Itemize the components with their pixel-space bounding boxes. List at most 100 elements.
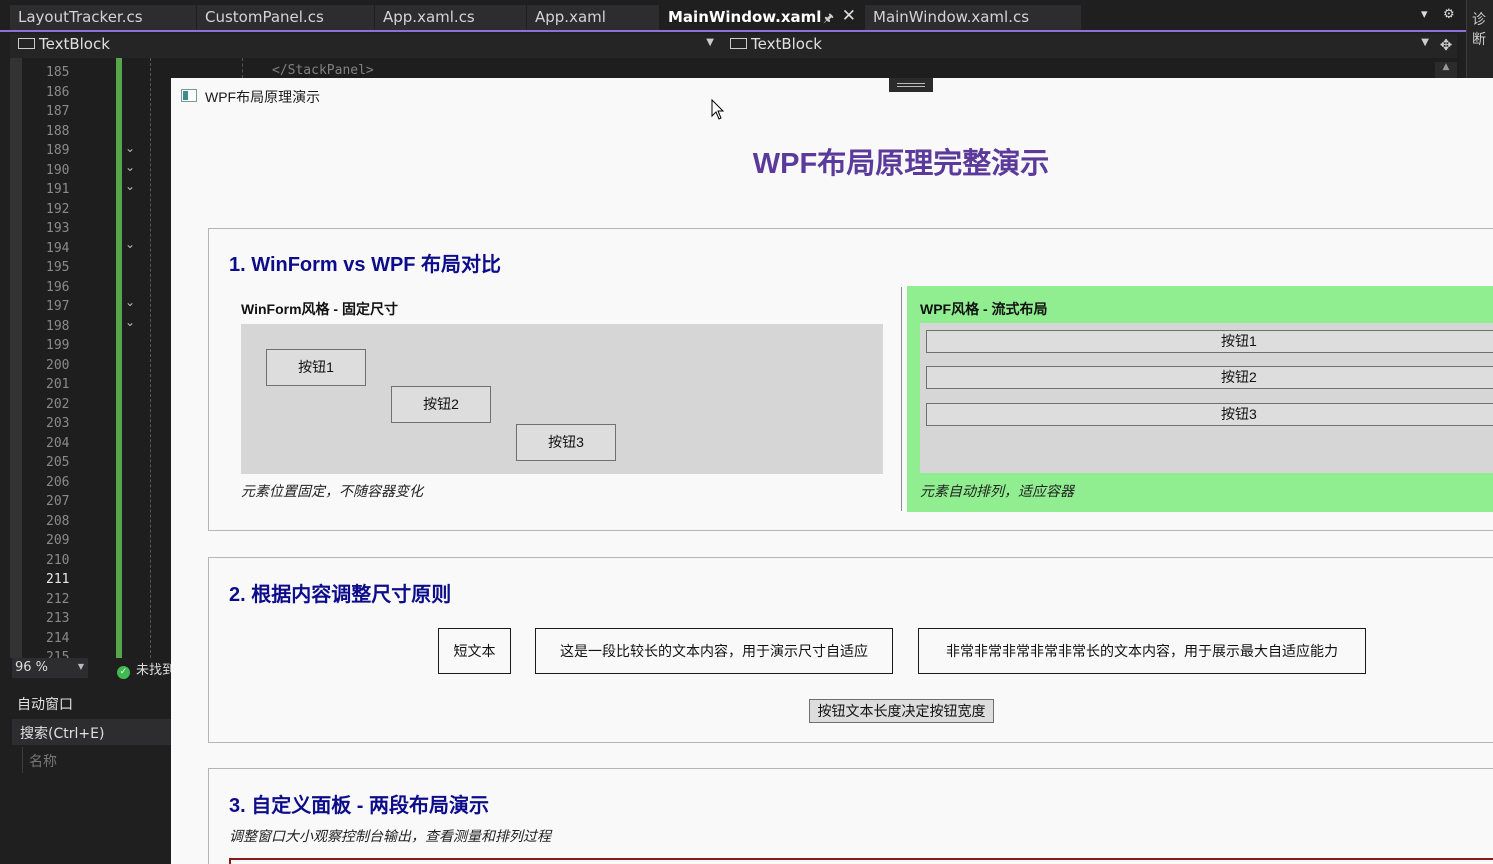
line-number: 211 bbox=[46, 572, 70, 587]
editor-margin bbox=[10, 58, 22, 658]
winform-button-1[interactable]: 按钮1 bbox=[266, 349, 366, 386]
line-number: 202 bbox=[46, 396, 70, 412]
divider bbox=[901, 287, 902, 511]
wpf-flow-panel: WPF风格 - 流式布局 按钮1 按钮2 按钮3 元素自动排列，适应容器 bbox=[907, 286, 1493, 512]
wpf-stackpanel: 按钮1 按钮2 按钮3 bbox=[920, 323, 1493, 473]
scroll-up-icon[interactable]: ▲ bbox=[1435, 62, 1457, 78]
line-number: 198 bbox=[46, 318, 70, 334]
line-number: 197 bbox=[46, 299, 70, 314]
close-icon[interactable]: ✕ bbox=[842, 6, 856, 26]
tab-app-xaml-cs[interactable]: App.xaml.cs bbox=[375, 5, 526, 30]
gear-icon[interactable]: ⚙ bbox=[1443, 7, 1455, 22]
fold-icon[interactable]: ⌄ bbox=[125, 179, 135, 193]
line-number: 207 bbox=[46, 494, 70, 509]
winform-header: WinForm风格 - 固定尺寸 bbox=[241, 301, 398, 317]
class-icon bbox=[730, 38, 747, 49]
fold-icon[interactable]: ⌄ bbox=[125, 141, 135, 155]
chevron-down-icon: ▼ bbox=[706, 37, 714, 48]
wpf-button-2[interactable]: 按钮2 bbox=[926, 366, 1493, 389]
mouse-cursor-icon bbox=[711, 99, 725, 120]
tab-dropdown-icon[interactable]: ▾ bbox=[1421, 7, 1428, 22]
drag-handle[interactable] bbox=[889, 78, 933, 92]
line-number: 191 bbox=[46, 182, 70, 197]
split-view-icon[interactable]: ✥ bbox=[1437, 36, 1455, 56]
custom-panel bbox=[229, 858, 1493, 864]
section-title: 3. 自定义面板 - 两段布局演示 bbox=[229, 795, 490, 817]
pin-icon[interactable]: 🖈 bbox=[823, 9, 834, 30]
line-number: 205 bbox=[46, 455, 70, 470]
tab-label: LayoutTracker.cs bbox=[18, 8, 143, 26]
tab-app-xaml[interactable]: App.xaml bbox=[527, 5, 659, 30]
navigation-bar: TextBlock ▼ TextBlock ▼ bbox=[10, 34, 1457, 58]
autos-window: 自动窗口 搜索(Ctrl+E) 名称 bbox=[12, 690, 171, 864]
long-text-button[interactable]: 非常非常非常非常非常长的文本内容，用于展示最大自适应能力 bbox=[918, 628, 1366, 674]
fold-icon[interactable]: ⌄ bbox=[125, 295, 135, 309]
winform-button-2[interactable]: 按钮2 bbox=[391, 386, 491, 423]
line-number: 213 bbox=[46, 611, 70, 626]
line-number: 185 bbox=[46, 65, 70, 80]
line-number: 199 bbox=[46, 338, 70, 353]
winform-note: 元素位置固定，不随容器变化 bbox=[241, 483, 423, 499]
line-number: 190 bbox=[46, 162, 70, 178]
indent-guide bbox=[150, 58, 151, 658]
auto-width-button[interactable]: 按钮文本长度决定按钮宽度 bbox=[809, 699, 994, 723]
tab-custompanel-cs[interactable]: CustomPanel.cs bbox=[197, 5, 374, 30]
check-icon: ✓ bbox=[117, 666, 130, 679]
line-number: 200 bbox=[46, 357, 70, 373]
wpf-button-3[interactable]: 按钮3 bbox=[926, 403, 1493, 426]
type-dropdown[interactable]: TextBlock ▼ bbox=[10, 35, 720, 57]
line-number: 214 bbox=[46, 630, 70, 646]
line-number: 204 bbox=[46, 435, 70, 451]
autos-window-title: 自动窗口 bbox=[17, 697, 73, 713]
line-number: 192 bbox=[46, 201, 70, 217]
line-number: 189 bbox=[46, 143, 70, 158]
section-size-to-content: 2. 根据内容调整尺寸原则 短文本 这是一段比较长的文本内容，用于演示尺寸自适应… bbox=[208, 557, 1493, 743]
tab-label: App.xaml bbox=[535, 8, 606, 26]
diagnostics-label: 诊断 bbox=[1472, 12, 1486, 48]
member-dropdown[interactable]: TextBlock ▼ bbox=[722, 35, 1435, 57]
line-number: 186 bbox=[46, 84, 70, 100]
class-icon bbox=[18, 38, 35, 49]
column-header-name[interactable]: 名称 bbox=[22, 747, 171, 773]
tab-label: App.xaml.cs bbox=[383, 8, 475, 26]
section-subtitle: 调整窗口大小观察控制台输出，查看测量和排列过程 bbox=[229, 828, 551, 844]
page-title: WPF布局原理完整演示 bbox=[752, 148, 1050, 180]
wpf-window: WPF布局原理演示 WPF布局原理完整演示 1. WinForm vs WPF … bbox=[171, 78, 1493, 864]
fold-icon[interactable]: ⌄ bbox=[125, 160, 135, 174]
section-layout-comparison: 1. WinForm vs WPF 布局对比 WinForm风格 - 固定尺寸 … bbox=[208, 228, 1493, 531]
tab-layouttracker-cs[interactable]: LayoutTracker.cs bbox=[10, 5, 196, 30]
short-text-button[interactable]: 短文本 bbox=[438, 628, 511, 674]
tab-mainwindow-xaml-cs[interactable]: MainWindow.xaml.cs bbox=[865, 5, 1081, 30]
issues-indicator[interactable]: ✓ 未找到 bbox=[117, 659, 175, 679]
section-title: 1. WinForm vs WPF 布局对比 bbox=[229, 254, 502, 276]
type-dropdown-value: TextBlock bbox=[39, 35, 110, 53]
tab-label: MainWindow.xaml.cs bbox=[873, 8, 1030, 26]
line-number: 201 bbox=[46, 377, 70, 392]
chevron-down-icon: ▼ bbox=[1421, 37, 1429, 48]
issues-text: 未找到 bbox=[136, 663, 176, 678]
document-tab-bar: LayoutTracker.cs CustomPanel.cs App.xaml… bbox=[0, 0, 1493, 32]
wpf-button-1[interactable]: 按钮1 bbox=[926, 330, 1493, 353]
tab-mainwindow-xaml[interactable]: MainWindow.xaml 🖈 ✕ bbox=[660, 5, 864, 30]
app-icon bbox=[181, 89, 197, 102]
zoom-value: 96 % bbox=[15, 660, 49, 675]
winform-canvas: 按钮1 按钮2 按钮3 bbox=[241, 324, 883, 474]
zoom-dropdown[interactable]: 96 % ▼ bbox=[12, 658, 88, 678]
line-number: 188 bbox=[46, 123, 70, 139]
member-dropdown-value: TextBlock bbox=[751, 35, 822, 53]
line-number: 187 bbox=[46, 104, 70, 119]
line-number: 203 bbox=[46, 416, 70, 431]
medium-text-button[interactable]: 这是一段比较长的文本内容，用于演示尺寸自适应 bbox=[535, 628, 893, 674]
code-text: </StackPanel> bbox=[272, 63, 374, 78]
wpf-header: WPF风格 - 流式布局 bbox=[920, 301, 1048, 317]
chevron-down-icon: ▼ bbox=[77, 662, 84, 671]
line-number: 209 bbox=[46, 533, 70, 548]
line-number: 208 bbox=[46, 513, 70, 529]
fold-icon[interactable]: ⌄ bbox=[125, 315, 135, 329]
fold-icon[interactable]: ⌄ bbox=[125, 237, 135, 251]
autos-search-input[interactable]: 搜索(Ctrl+E) bbox=[12, 719, 171, 745]
window-title: WPF布局原理演示 bbox=[205, 89, 321, 105]
line-number: 210 bbox=[46, 552, 70, 568]
winform-button-3[interactable]: 按钮3 bbox=[516, 424, 616, 461]
section-custom-panel: 3. 自定义面板 - 两段布局演示 调整窗口大小观察控制台输出，查看测量和排列过… bbox=[208, 768, 1493, 864]
